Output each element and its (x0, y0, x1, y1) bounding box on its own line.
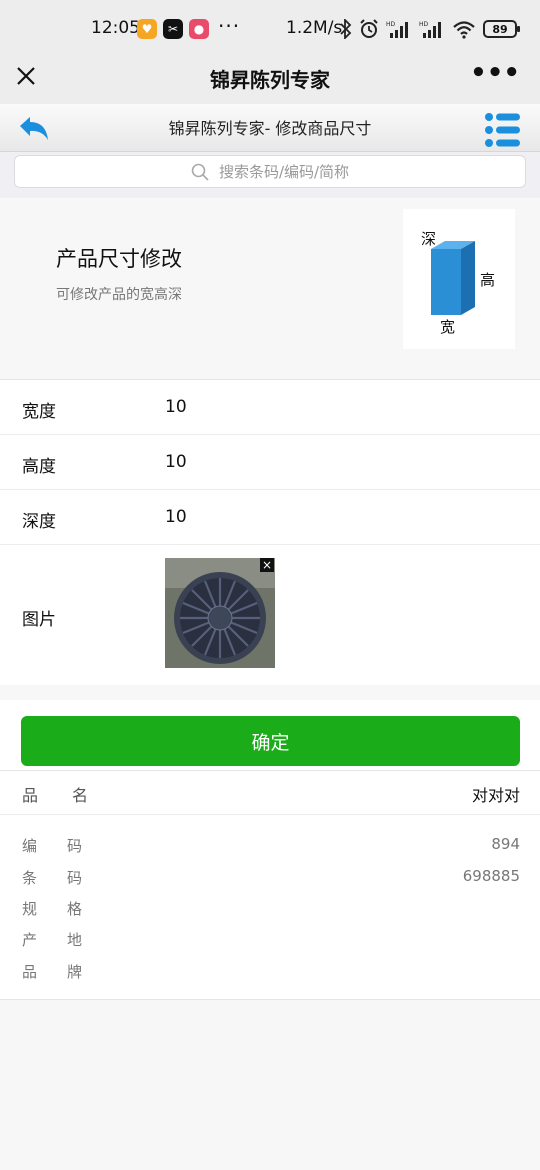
width-diagram-label: 宽 (440, 318, 456, 336)
dimension-form: 宽度 10 高度 10 深度 10 图片 × (0, 380, 540, 685)
barcode-value: 698885 (462, 867, 520, 885)
depth-diagram-label: 深 (421, 230, 437, 248)
signal-hd-icon: HD (386, 21, 408, 38)
product-name-label: 品名 (22, 786, 123, 805)
height-row: 高度 10 (0, 435, 540, 490)
height-diagram-label: 高 (480, 271, 496, 289)
width-input[interactable]: 10 (165, 397, 465, 417)
shopping-app-icon: ● (189, 19, 209, 39)
notification-app-icon: ♥ (137, 19, 157, 39)
banner-subtitle: 可修改产品的宽高深 (56, 287, 182, 303)
code-label: 编码 (22, 837, 113, 855)
origin-row: 产地 (0, 929, 540, 959)
origin-label: 产地 (22, 931, 113, 949)
image-label: 图片 (22, 610, 56, 630)
width-row: 宽度 10 (0, 380, 540, 435)
depth-row: 深度 10 (0, 490, 540, 545)
brand-label: 品牌 (22, 963, 113, 981)
status-time: 12:05 (91, 18, 140, 38)
product-code-row: 编码 894 (0, 835, 540, 865)
dimension-diagram: 深 高 宽 (403, 209, 515, 349)
brand-row: 品牌 (0, 961, 540, 991)
product-banner: 产品尺寸修改 可修改产品的宽高深 深 高 宽 (0, 198, 540, 380)
search-bar: 搜索条码/编码/简称 (0, 152, 540, 198)
search-icon (191, 163, 209, 181)
product-image[interactable]: × (165, 558, 275, 668)
product-name-value: 对对对 (471, 786, 520, 805)
image-row: 图片 × (0, 545, 540, 685)
spec-row: 规格 (0, 898, 540, 928)
network-speed: 1.2M/s (286, 18, 343, 38)
confirm-section: 确定 (0, 700, 540, 770)
capcut-app-icon: ✂ (163, 19, 183, 39)
spec-label: 规格 (22, 900, 113, 918)
window-title: 锦昇陈列专家 (210, 68, 330, 92)
product-info: 品名 对对对 编码 894 条码 698885 规格 产地 品牌 (0, 770, 540, 1000)
confirm-button[interactable]: 确定 (21, 716, 520, 766)
banner-title: 产品尺寸修改 (56, 247, 182, 271)
more-notifications-icon: ··· (218, 14, 241, 38)
status-bar: 12:05 ♥ ✂ ● ··· 1.2M/s HD HD 89 (0, 0, 540, 58)
battery-level: 89 (492, 22, 508, 36)
height-label: 高度 (22, 457, 56, 477)
more-options-icon[interactable]: ••• (470, 58, 520, 88)
depth-input[interactable]: 10 (165, 507, 465, 527)
remove-image-icon[interactable]: × (260, 558, 274, 572)
width-label: 宽度 (22, 402, 56, 422)
page-title: 锦昇陈列专家- 修改商品尺寸 (168, 119, 372, 138)
product-name-row: 品名 对对对 (0, 771, 540, 815)
search-placeholder: 搜索条码/编码/简称 (218, 163, 350, 181)
fan-image (165, 558, 275, 668)
depth-label: 深度 (22, 512, 56, 532)
status-app-icons: ♥ ✂ ● (137, 19, 209, 39)
signal-hd-2-icon: HD (419, 21, 441, 38)
list-menu-icon[interactable] (484, 112, 522, 148)
height-input[interactable]: 10 (165, 452, 465, 472)
page-header: 锦昇陈列专家- 修改商品尺寸 (0, 104, 540, 152)
title-bar: 锦昇陈列专家 ••• (0, 58, 540, 104)
status-icons: HD HD 89 (340, 19, 520, 39)
barcode-label: 条码 (22, 869, 113, 887)
svg-text:HD: HD (419, 21, 429, 28)
bluetooth-icon (340, 19, 352, 39)
search-input[interactable]: 搜索条码/编码/简称 (14, 155, 526, 188)
alarm-icon (360, 19, 378, 38)
dimension-box-icon (431, 241, 475, 315)
wifi-icon (453, 21, 475, 39)
svg-text:HD: HD (386, 21, 396, 28)
battery-icon: 89 (483, 20, 520, 38)
barcode-row: 条码 698885 (0, 867, 540, 897)
code-value: 894 (491, 835, 520, 853)
